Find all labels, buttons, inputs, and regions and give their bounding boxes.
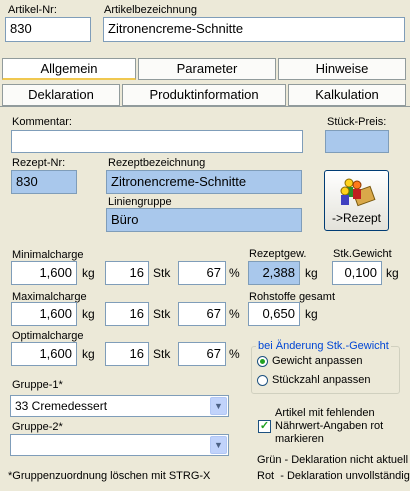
radio-stueckzahl-anpassen-label[interactable]: Stückzahl anpassen — [272, 374, 370, 386]
tab-produktinformation[interactable]: Produktinformation — [122, 84, 286, 106]
tab-kalkulation[interactable]: Kalkulation — [288, 84, 406, 106]
maximalcharge-stk-unit: Stk — [153, 307, 171, 321]
radio-gewicht-anpassen[interactable] — [257, 356, 268, 367]
liniengruppe-label: Liniengruppe — [108, 196, 172, 208]
gruppe2-select[interactable]: ▼ — [10, 434, 229, 456]
minimalcharge-kg-unit: kg — [82, 266, 95, 280]
minimalcharge-pct-unit: % — [229, 266, 240, 280]
tab-allgemein[interactable]: Allgemein — [2, 58, 136, 80]
minimalcharge-label: Minimalcharge — [12, 249, 84, 261]
rezeptgewicht-input: 2,388 — [248, 261, 300, 285]
gewicht-aenderung-group-label: bei Änderung Stk.-Gewicht — [256, 340, 391, 352]
artikelbezeichnung-label: Artikelbezeichnung — [104, 4, 197, 16]
optimalcharge-pct-input[interactable]: 67 — [178, 342, 226, 366]
artikel-nr-label: Artikel-Nr: — [8, 4, 57, 16]
minimalcharge-stk-unit: Stk — [153, 266, 171, 280]
tab-parameter[interactable]: Parameter — [138, 58, 276, 80]
stk-gewicht-input[interactable]: 0,100 — [332, 261, 382, 285]
optimalcharge-kg-unit: kg — [82, 347, 95, 361]
rezept-nr-label: Rezept-Nr: — [12, 157, 66, 169]
optimalcharge-pct-unit: % — [229, 347, 240, 361]
legend-gruen: Grün - Deklaration nicht aktuell — [257, 454, 409, 466]
artikelbezeichnung-input[interactable]: Zitronencreme-Schnitte — [103, 17, 405, 42]
maximalcharge-kg-unit: kg — [82, 307, 95, 321]
minimalcharge-stk-input[interactable]: 16 — [105, 261, 149, 285]
gruppe1-label: Gruppe-1* — [12, 379, 63, 391]
rohstoffe-input: 0,650 — [248, 302, 300, 326]
radio-gewicht-anpassen-label[interactable]: Gewicht anpassen — [272, 355, 363, 367]
rezeptgewicht-unit: kg — [305, 266, 318, 280]
artikel-nr-input[interactable]: 830 — [5, 17, 91, 42]
gruppe1-select[interactable]: 33 Cremedessert ▼ — [10, 395, 229, 417]
chevron-down-icon[interactable]: ▼ — [210, 397, 227, 415]
gewicht-aenderung-group — [251, 346, 400, 394]
checkbox-text-line3[interactable]: markieren — [275, 433, 324, 445]
recipe-people-icon — [340, 178, 376, 207]
checkbox-text-line1: Artikel mit fehlenden — [275, 407, 375, 419]
maximalcharge-pct-unit: % — [229, 307, 240, 321]
gruppen-footnote: *Gruppenzuordnung löschen mit STRG-X — [8, 470, 211, 482]
rezeptbezeichnung-label: Rezeptbezeichnung — [108, 157, 206, 169]
rezept-nr-input: 830 — [11, 170, 77, 194]
rezept-button-label: ->Rezept — [331, 211, 382, 225]
liniengruppe-input: Büro — [106, 208, 302, 232]
optimalcharge-label: Optimalcharge — [12, 330, 84, 342]
maximalcharge-kg-input[interactable]: 1,600 — [11, 302, 77, 326]
gruppe2-label: Gruppe-2* — [12, 421, 63, 433]
kommentar-label: Kommentar: — [12, 116, 72, 128]
rezept-button[interactable]: ->Rezept — [324, 170, 389, 231]
fehlende-naehrwerte-checkbox[interactable]: ✓ — [258, 420, 271, 433]
stk-gewicht-label: Stk.Gewicht — [333, 248, 392, 260]
stueckpreis-label: Stück-Preis: — [327, 116, 387, 128]
rezeptgewicht-label: Rezeptgew. — [249, 248, 307, 260]
checkbox-text-line2[interactable]: Nährwert-Angaben rot — [275, 420, 383, 432]
kommentar-input[interactable] — [11, 130, 303, 153]
optimalcharge-kg-input[interactable]: 1,600 — [11, 342, 77, 366]
tab-deklaration[interactable]: Deklaration — [2, 84, 120, 106]
maximalcharge-pct-input[interactable]: 67 — [178, 302, 226, 326]
radio-stueckzahl-anpassen[interactable] — [257, 375, 268, 386]
gruppe1-value: 33 Cremedessert — [15, 399, 108, 413]
rohstoffe-unit: kg — [305, 307, 318, 321]
minimalcharge-kg-input[interactable]: 1,600 — [11, 261, 77, 285]
chevron-down-icon[interactable]: ▼ — [210, 436, 227, 454]
stueckpreis-input[interactable] — [325, 130, 389, 153]
minimalcharge-pct-input[interactable]: 67 — [178, 261, 226, 285]
maximalcharge-stk-input[interactable]: 16 — [105, 302, 149, 326]
rezeptbezeichnung-input: Zitronencreme-Schnitte — [106, 170, 302, 194]
optimalcharge-stk-input[interactable]: 16 — [105, 342, 149, 366]
legend-rot: Rot - Deklaration unvollständig — [257, 470, 410, 482]
optimalcharge-stk-unit: Stk — [153, 347, 171, 361]
stk-gewicht-unit: kg — [386, 266, 399, 280]
tab-hinweise[interactable]: Hinweise — [278, 58, 406, 80]
